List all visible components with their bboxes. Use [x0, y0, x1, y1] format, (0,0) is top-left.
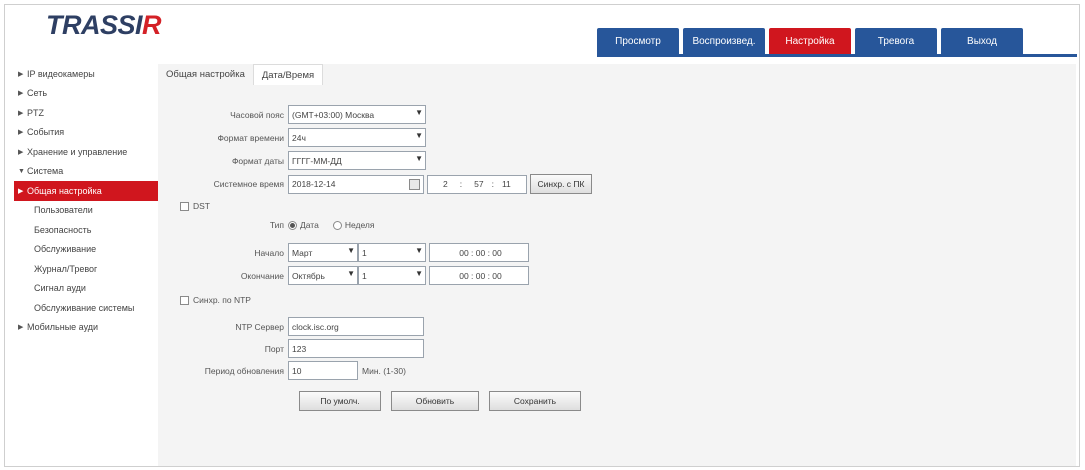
- trassir-logo: TRASSIR: [46, 10, 162, 40]
- expand-arrow-icon: ▶: [18, 109, 24, 117]
- dst-start-label: Начало: [254, 247, 284, 258]
- subtab-datetime[interactable]: Дата/Время: [252, 64, 324, 85]
- ntp-port-label: Порт: [264, 343, 284, 354]
- settings-subtabs: Общая настройка Дата/Время: [158, 64, 324, 85]
- update-interval-label: Период обновления: [204, 365, 284, 376]
- dst-row: DST: [180, 201, 210, 211]
- end-time-input[interactable]: 00 : 00 : 00: [429, 266, 529, 285]
- main-navigation: Просмотр Воспроизвед. Настройка Тревога …: [597, 28, 1023, 54]
- sidebar: ▶ IP видеокамеры ▶ Сеть ▶ PTZ ▶ События ▶ Хра…: [14, 64, 159, 337]
- end-month-select[interactable]: Октябрь ▼: [288, 266, 358, 285]
- dst-label: DST: [193, 201, 210, 211]
- sidebar-item-system-maintenance[interactable]: Обслуживание системы: [14, 298, 159, 318]
- type-week-label: Неделя: [344, 220, 375, 230]
- chevron-down-icon: ▼: [415, 108, 423, 117]
- expand-arrow-icon: ▶: [18, 148, 24, 156]
- timezone-select[interactable]: (GMT+03:00) Москва ▼: [288, 105, 426, 124]
- chevron-down-icon: ▼: [347, 269, 355, 278]
- tab-alarm[interactable]: Тревога: [855, 28, 937, 54]
- ntp-server-input[interactable]: clock.isc.org: [288, 317, 424, 336]
- dst-checkbox[interactable]: [180, 201, 189, 211]
- ntp-label: Синхр. по NTP: [193, 295, 251, 305]
- refresh-button[interactable]: Обновить: [391, 391, 479, 411]
- sidebar-item-ip-cameras[interactable]: ▶ IP видеокамеры: [14, 64, 159, 84]
- tab-logout[interactable]: Выход: [941, 28, 1023, 54]
- date-format-label: Формат даты: [231, 155, 284, 166]
- system-date-input[interactable]: 2018-12-14: [288, 174, 424, 194]
- chevron-down-icon: ▼: [415, 269, 423, 278]
- date-format-row: Формат даты ГГГГ-ММ-ДД ▼: [188, 151, 426, 170]
- sync-with-pc-button[interactable]: Синхр. с ПК: [530, 174, 592, 194]
- timezone-label: Часовой пояс: [230, 109, 284, 120]
- nav-underline: [597, 54, 1077, 57]
- dst-end-row: Окончание Октябрь ▼ 1 ▼ 00 : 00 : 00: [188, 266, 529, 285]
- ntp-port-row: Порт 123: [188, 339, 424, 358]
- date-format-select[interactable]: ГГГГ-ММ-ДД ▼: [288, 151, 426, 170]
- expand-arrow-icon: ▶: [18, 324, 24, 332]
- system-time-row: Системное время 2018-12-14 2 : 57 : 11 С…: [188, 174, 592, 194]
- calendar-icon[interactable]: [409, 178, 420, 190]
- ntp-server-label: NTP Сервер: [235, 321, 284, 332]
- sidebar-item-security[interactable]: Безопасность: [14, 220, 159, 240]
- system-time-label: Системное время: [213, 179, 284, 189]
- chevron-down-icon: ▼: [347, 246, 355, 255]
- time-format-select[interactable]: 24ч ▼: [288, 128, 426, 147]
- update-interval-row: Период обновления 10 Мин. (1-30): [188, 361, 406, 380]
- sidebar-item-alarm-log[interactable]: Журнал/Тревог: [14, 259, 159, 279]
- sidebar-item-network[interactable]: ▶ Сеть: [14, 84, 159, 104]
- type-date-label: Дата: [300, 220, 319, 230]
- ntp-server-row: NTP Сервер clock.isc.org: [188, 317, 424, 336]
- timezone-row: Часовой пояс (GMT+03:00) Москва ▼: [188, 105, 426, 124]
- tab-settings[interactable]: Настройка: [769, 28, 851, 54]
- start-month-select[interactable]: Март ▼: [288, 243, 358, 262]
- sidebar-item-ptz[interactable]: ▶ PTZ: [14, 103, 159, 123]
- ntp-port-input[interactable]: 123: [288, 339, 424, 358]
- dst-type-row: Тип Дата Неделя: [188, 220, 375, 230]
- default-button[interactable]: По умолч.: [299, 391, 381, 411]
- tab-live-view[interactable]: Просмотр: [597, 28, 679, 54]
- save-button[interactable]: Сохранить: [489, 391, 581, 411]
- sidebar-item-general-settings[interactable]: ▶ Общая настройка: [14, 181, 159, 201]
- start-day-select[interactable]: 1 ▼: [358, 243, 426, 262]
- collapse-arrow-icon: ▼: [18, 167, 25, 175]
- chevron-down-icon: ▼: [415, 154, 423, 163]
- ntp-row: Синхр. по NTP: [180, 295, 251, 305]
- sidebar-item-events[interactable]: ▶ События: [14, 123, 159, 143]
- sidebar-item-audio-signal[interactable]: Сигнал ауди: [14, 279, 159, 299]
- expand-arrow-icon: ▶: [18, 129, 24, 137]
- time-format-row: Формат времени 24ч ▼: [188, 128, 426, 147]
- action-buttons: По умолч. Обновить Сохранить: [299, 391, 581, 411]
- tab-playback[interactable]: Воспроизвед.: [683, 28, 765, 54]
- start-time-input[interactable]: 00 : 00 : 00: [429, 243, 529, 262]
- system-time-input[interactable]: 2 : 57 : 11: [427, 174, 527, 194]
- subtab-general[interactable]: Общая настройка: [158, 64, 253, 85]
- sidebar-item-storage[interactable]: ▶ Хранение и управление: [14, 142, 159, 162]
- time-format-label: Формат времени: [217, 132, 284, 143]
- sidebar-item-system[interactable]: ▼ Система: [14, 162, 159, 182]
- sidebar-item-users[interactable]: Пользователи: [14, 201, 159, 221]
- dst-type-label: Тип: [269, 220, 284, 230]
- expand-arrow-icon: ▶: [18, 90, 24, 98]
- content-panel: Общая настройка Дата/Время Часовой пояс …: [158, 64, 1076, 466]
- dst-end-label: Окончание: [240, 270, 284, 281]
- expand-arrow-icon: ▶: [18, 70, 24, 78]
- dst-start-row: Начало Март ▼ 1 ▼ 00 : 00 : 00: [188, 243, 529, 262]
- type-week-radio[interactable]: [332, 220, 342, 230]
- sidebar-item-mobile[interactable]: ▶ Мобильные ауди: [14, 318, 159, 338]
- update-interval-input[interactable]: 10: [288, 361, 358, 380]
- ntp-checkbox[interactable]: [180, 295, 189, 305]
- chevron-down-icon: ▼: [415, 246, 423, 255]
- end-day-select[interactable]: 1 ▼: [358, 266, 426, 285]
- sidebar-item-maintenance[interactable]: Обслуживание: [14, 240, 159, 260]
- chevron-down-icon: ▼: [415, 131, 423, 140]
- type-date-radio[interactable]: [288, 220, 297, 230]
- update-interval-unit: Мин. (1-30): [362, 365, 406, 376]
- expand-arrow-icon: ▶: [18, 187, 24, 195]
